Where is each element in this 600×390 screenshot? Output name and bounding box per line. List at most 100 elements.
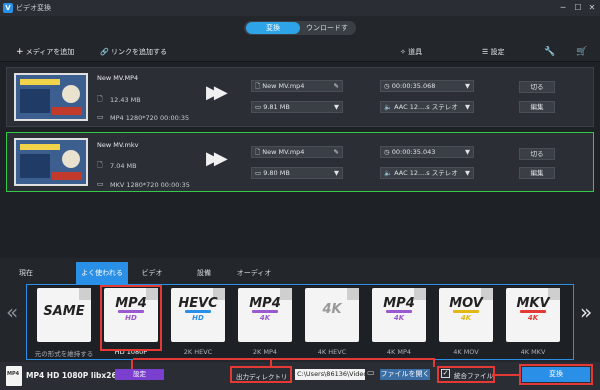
file-icon: 🗋 <box>97 95 103 103</box>
pencil-icon[interactable]: ✎ <box>334 147 339 157</box>
add-media-label: メディアを追加 <box>25 48 75 56</box>
format-name: MP4 <box>383 296 415 311</box>
format-item[interactable]: HEVC HD <box>171 288 225 342</box>
format-caption: 4K MOV <box>453 348 479 356</box>
format-tab-audio[interactable]: オーディオ <box>228 262 280 284</box>
settings-label: 設定 <box>490 48 505 56</box>
file-card[interactable] <box>6 67 594 127</box>
format-tab-device[interactable]: 設備 <box>184 262 224 284</box>
close-button[interactable]: ✕ <box>585 2 599 14</box>
output-file-name-text: New MV.mp4 <box>262 148 305 156</box>
edit-button[interactable]: 編集 <box>519 101 555 113</box>
format-item[interactable]: MP4 4K <box>372 288 426 342</box>
source-file-name: New MV.MP4 <box>97 74 139 82</box>
callout-line <box>492 374 520 376</box>
cart-icon[interactable]: 🛒 <box>576 47 587 57</box>
callout-line <box>433 358 435 367</box>
format-quality: 4K <box>259 314 271 322</box>
format-tab-popular[interactable]: よく使われる <box>76 262 128 284</box>
convert-button[interactable]: 変換 <box>522 367 590 382</box>
add-link-label: リンクを追加する <box>110 48 167 56</box>
output-file-name[interactable]: 🗋 New MV.mp4 ✎ <box>251 146 343 158</box>
folder-icon: ▭ <box>255 103 264 111</box>
duration-text: 00:00:35.068 <box>391 82 436 90</box>
cut-button[interactable]: 切る <box>519 148 555 160</box>
minimize-button[interactable]: ─ <box>556 2 570 14</box>
output-file-size[interactable]: ▭ 9.81 MB ▼ <box>251 101 343 113</box>
output-file-size[interactable]: ▭ 9.80 MB ▼ <box>251 167 343 179</box>
chevron-down-icon: ▼ <box>465 169 470 177</box>
callout-line <box>270 358 272 366</box>
output-dir-label: 出力ディレクトリ <box>236 373 288 381</box>
folder-icon[interactable]: ▭ <box>367 368 375 377</box>
format-tab-current[interactable]: 現在 <box>6 262 46 284</box>
profile-label: MP4 HD 1080P libx264 <box>26 371 122 380</box>
chevron-right-icon[interactable]: » <box>580 300 592 324</box>
format-tab-video[interactable]: ビデオ <box>132 262 172 284</box>
tab-download[interactable]: ウンロードす <box>300 22 354 34</box>
window-title: ビデオ変換 <box>16 4 51 12</box>
source-file-size: 12.43 MB <box>110 96 141 104</box>
format-quality: 4K <box>460 314 472 322</box>
format-caption: 2K MP4 <box>252 348 278 356</box>
speaker-icon: 🔈 <box>384 103 395 111</box>
duration-select[interactable]: ◷ 00:00:35.068 ▼ <box>380 80 474 92</box>
cut-button[interactable]: 切る <box>519 81 555 93</box>
chevron-down-icon: ▼ <box>334 103 339 111</box>
format-caption: 4K MKV <box>520 348 546 356</box>
merge-label: 統合ファイル <box>454 372 493 380</box>
convert-arrow-icon: ▶▶ <box>206 148 228 169</box>
profile-format-icon: MP4 <box>6 366 22 386</box>
open-file-button[interactable]: ファイルを開く <box>380 369 430 380</box>
clock-icon: ◷ <box>384 82 392 90</box>
audio-select[interactable]: 🔈 AAC 12....s ステレオ ▼ <box>380 167 474 179</box>
tab-convert[interactable]: 変換 <box>246 22 300 34</box>
chevron-down-icon: ▼ <box>465 103 470 111</box>
convert-arrow-icon: ▶▶ <box>206 82 228 103</box>
format-caption: 2K HEVC <box>183 348 213 356</box>
format-caption: 元の形式を維持する <box>34 350 94 358</box>
toolbar <box>0 42 600 62</box>
link-icon: 🔗 <box>100 48 109 56</box>
duration-text: 00:00:35.043 <box>391 148 436 156</box>
format-caption: 4K MP4 <box>386 348 412 356</box>
output-file-name[interactable]: 🗋 New MV.mp4 ✎ <box>251 80 343 92</box>
add-media-button[interactable]: + メディアを追加 <box>16 47 74 57</box>
video-info-icon: ▭ <box>97 180 104 188</box>
merge-checkbox[interactable]: ✓ <box>441 369 450 378</box>
format-item[interactable]: 4K <box>305 288 359 342</box>
edit-button[interactable]: 編集 <box>519 167 555 179</box>
format-item[interactable]: SAME <box>37 288 91 342</box>
format-name: HEVC <box>178 296 218 311</box>
pencil-icon[interactable]: ✎ <box>334 81 339 91</box>
title-bar <box>0 0 600 16</box>
audio-text: AAC 12....s ステレオ <box>394 169 458 177</box>
app-logo-icon: V <box>3 3 13 13</box>
video-info-icon: ▭ <box>97 113 104 121</box>
settings-button[interactable]: ☰ 設定 <box>482 47 505 57</box>
tools-button[interactable]: ✧ 道具 <box>400 47 422 57</box>
chevron-down-icon: ▼ <box>465 148 470 156</box>
audio-select[interactable]: 🔈 AAC 12....s ステレオ ▼ <box>380 101 474 113</box>
chevron-down-icon: ▼ <box>334 169 339 177</box>
maximize-button[interactable]: ☐ <box>571 2 585 14</box>
add-link-button[interactable]: 🔗 リンクを追加する <box>100 47 167 57</box>
file-icon: 🗋 <box>97 161 103 169</box>
output-path-input[interactable]: C:\Users\86136\Videc <box>295 369 367 380</box>
source-file-name: New MV.mkv <box>97 141 139 149</box>
duration-select[interactable]: ◷ 00:00:35.043 ▼ <box>380 146 474 158</box>
profile-settings-button[interactable]: 設定 <box>115 369 164 380</box>
chevron-left-icon[interactable]: « <box>6 300 18 324</box>
tools-icon: ✧ <box>400 48 406 56</box>
format-item[interactable]: MP4 4K <box>238 288 292 342</box>
format-name: MKV <box>516 296 550 311</box>
format-name: 4K <box>322 302 342 317</box>
format-item[interactable]: MOV 4K <box>439 288 493 342</box>
selected-format-highlight <box>100 285 162 351</box>
format-item[interactable]: MKV 4K <box>506 288 560 342</box>
tools-label: 道具 <box>408 48 423 56</box>
video-thumbnail <box>14 73 88 121</box>
video-thumbnail <box>14 138 88 186</box>
file-card-selected[interactable] <box>6 132 594 192</box>
wrench-icon[interactable]: 🔧 <box>544 47 555 57</box>
